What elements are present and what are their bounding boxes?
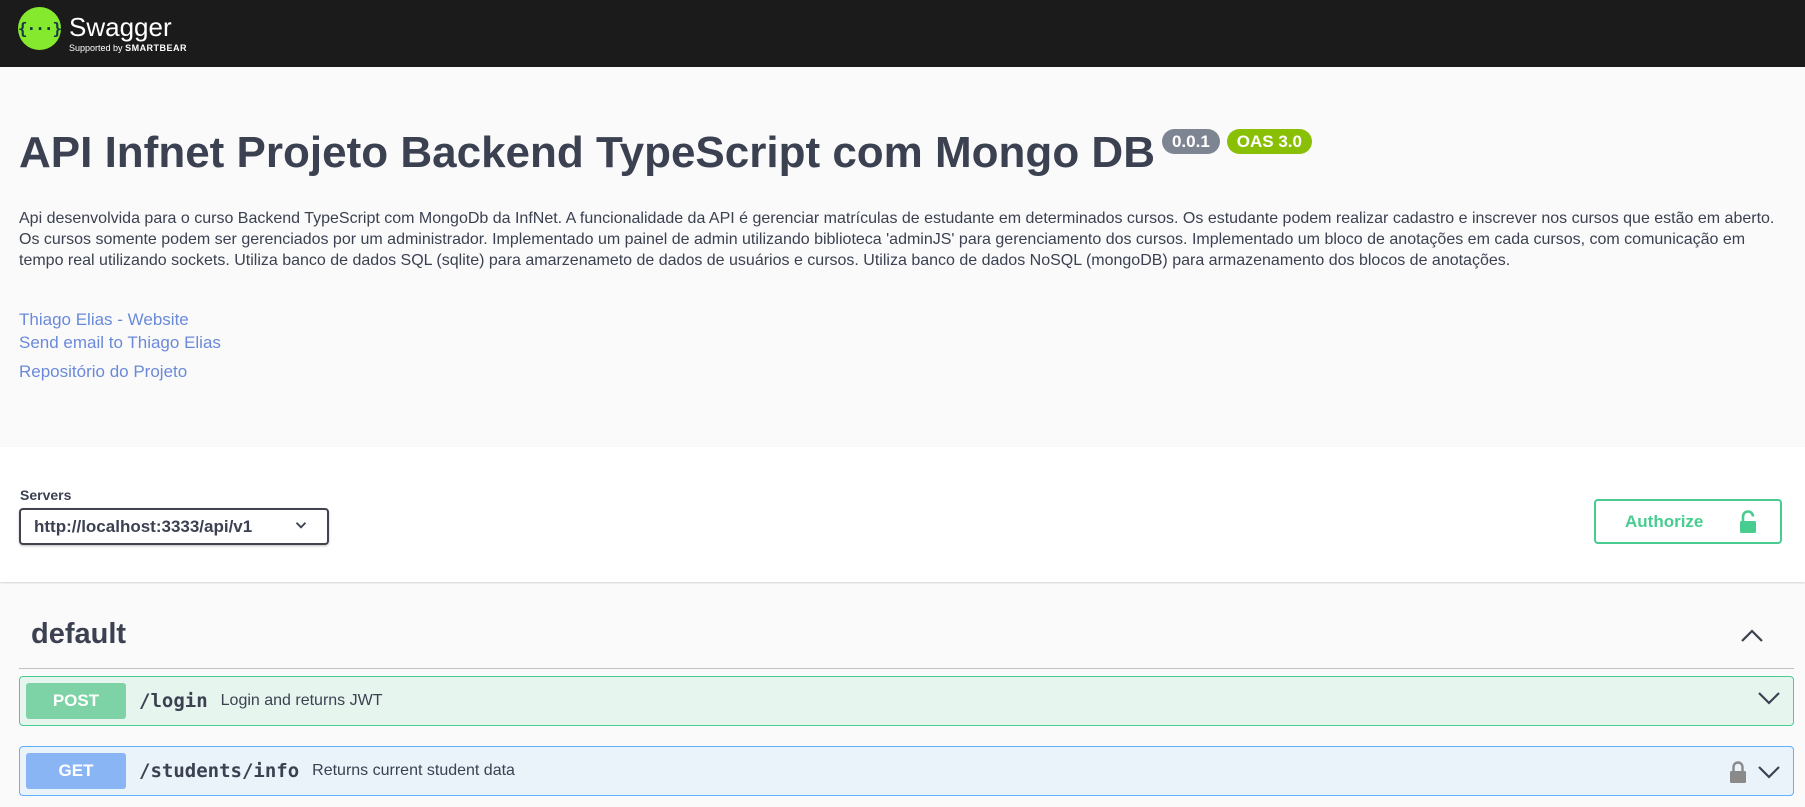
operation-get-students-info[interactable]: GET /students/info Returns current stude… [19, 746, 1794, 796]
server-selected-value: http://localhost:3333/api/v1 [34, 517, 253, 536]
unlock-icon [1740, 510, 1756, 533]
section-title: default [31, 618, 127, 650]
api-title: API Infnet Projeto Backend TypeScript co… [19, 128, 1155, 177]
supported-by: Supported by SMARTBEAR [69, 43, 187, 54]
topbar: {···} Swagger Supported by SMARTBEAR [0, 0, 1805, 67]
email-link[interactable]: Send email to Thiago Elias [19, 333, 221, 353]
operation-post-login[interactable]: POST /login Login and returns JWT [19, 676, 1794, 726]
chevron-up-icon[interactable] [1740, 628, 1764, 644]
chevron-down-icon [295, 522, 307, 529]
operation-path: /login [139, 690, 208, 712]
api-info: API Infnet Projeto Backend TypeScript co… [0, 67, 1805, 447]
method-badge: GET [26, 753, 126, 789]
api-description: Api desenvolvida para o curso Backend Ty… [19, 210, 1775, 269]
title-row: API Infnet Projeto Backend TypeScript co… [19, 127, 1319, 179]
badges: 0.0.1 OAS 3.0 [1161, 129, 1319, 154]
operation-controls [1729, 760, 1781, 784]
method-badge: POST [26, 683, 126, 719]
operation-summary: Returns current student data [312, 762, 515, 779]
lock-icon[interactable] [1729, 760, 1747, 784]
operation-summary: Login and returns JWT [220, 692, 383, 709]
operation-path: /students/info [139, 760, 300, 782]
authorize-button[interactable]: Authorize [1594, 499, 1782, 544]
servers-label: Servers [20, 487, 72, 503]
oas-badge: OAS 3.0 [1226, 129, 1312, 154]
website-link[interactable]: Thiago Elias - Website [19, 310, 189, 330]
authorize-label: Authorize [1625, 511, 1704, 531]
version-badge: 0.0.1 [1161, 129, 1220, 154]
scheme-container: Servers http://localhost:3333/api/v1 Aut… [0, 447, 1805, 582]
logo-text: Swagger Supported by SMARTBEAR [69, 7, 187, 54]
tag-section-default: default POST /login Login and returns JW… [19, 600, 1794, 796]
repository-link[interactable]: Repositório do Projeto [19, 362, 187, 382]
chevron-down-icon[interactable] [1757, 764, 1781, 780]
supported-brand: SMARTBEAR [125, 43, 188, 53]
brand-name: Swagger [69, 12, 172, 42]
supported-prefix: Supported by [69, 43, 123, 53]
section-header[interactable]: default [19, 600, 1794, 669]
server-select[interactable]: http://localhost:3333/api/v1 [19, 508, 329, 545]
swagger-logo[interactable]: {···} Swagger Supported by SMARTBEAR [18, 7, 187, 54]
chevron-down-icon[interactable] [1757, 690, 1781, 706]
operation-controls [1757, 690, 1781, 706]
swagger-logo-icon: {···} [18, 7, 62, 50]
